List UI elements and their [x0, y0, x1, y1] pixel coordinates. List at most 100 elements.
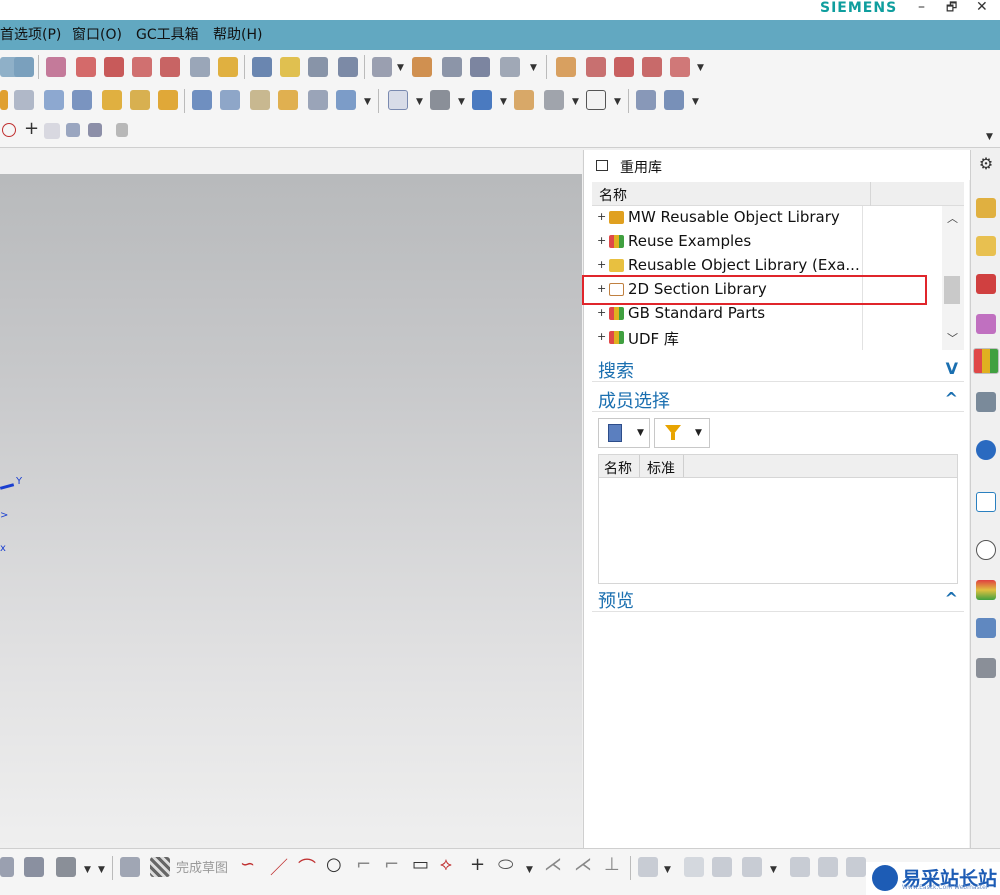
finish-sketch-icon[interactable]	[150, 857, 170, 877]
chamfer-icon[interactable]: ⌐	[384, 854, 399, 875]
block-icon[interactable]	[44, 90, 64, 110]
web-browser-icon[interactable]	[976, 492, 996, 512]
solid-icon[interactable]	[192, 90, 212, 110]
menu-help[interactable]: 帮助(H)	[213, 26, 262, 44]
profile-icon[interactable]: ∽	[240, 854, 255, 875]
search-section[interactable]: 搜索 V	[592, 356, 964, 382]
point-tool-icon[interactable]	[76, 57, 96, 77]
menu-window[interactable]: 窗口(O)	[72, 26, 122, 44]
filter-button[interactable]: ▼	[654, 418, 710, 448]
sketch-tool-icon[interactable]	[24, 857, 44, 877]
expand-icon[interactable]: +	[597, 234, 606, 247]
grid-icon[interactable]	[116, 123, 128, 137]
trim-icon[interactable]	[338, 57, 358, 77]
line-snap-icon[interactable]	[44, 123, 60, 139]
cylinder-icon[interactable]	[220, 90, 240, 110]
graphics-window[interactable]	[0, 150, 582, 848]
tree-item-udf-library[interactable]: + UDF 库	[592, 326, 942, 350]
relations-icon[interactable]	[818, 857, 838, 877]
relations-icon[interactable]	[790, 857, 810, 877]
curve-icon[interactable]	[586, 57, 606, 77]
dropdown-caret-icon[interactable]: ▼	[364, 97, 371, 107]
pin-icon[interactable]	[596, 160, 608, 171]
relations-icon[interactable]	[846, 857, 866, 877]
solid-icon[interactable]	[56, 857, 76, 877]
column-name[interactable]: 名称	[599, 185, 627, 205]
palette-icon[interactable]	[976, 580, 996, 600]
dropdown-caret-icon[interactable]: ▼	[664, 865, 671, 875]
dropdown-caret-icon[interactable]: ▼	[397, 63, 404, 73]
minimize-icon[interactable]: –	[918, 0, 925, 14]
dropdown-caret-icon[interactable]: ▼	[572, 97, 579, 107]
extract-icon[interactable]	[190, 57, 210, 77]
move-object-icon[interactable]	[664, 90, 684, 110]
arc-icon[interactable]: ⌒	[298, 854, 316, 880]
constraint-icon[interactable]	[684, 857, 704, 877]
dropdown-caret-icon[interactable]: ▼	[770, 865, 777, 875]
curve-tool-icon[interactable]	[14, 57, 34, 77]
dropdown-caret-icon[interactable]: ▼	[500, 97, 507, 107]
chevron-up-icon[interactable]: ^	[945, 589, 958, 608]
tree-item-mw-reusable[interactable]: + MW Reusable Object Library	[592, 206, 942, 230]
curve-icon[interactable]	[642, 57, 662, 77]
expand-icon[interactable]: +	[597, 210, 606, 223]
expand-icon[interactable]: +	[597, 330, 606, 343]
column-name[interactable]: 名称	[604, 458, 632, 478]
process-studio-icon[interactable]	[976, 618, 996, 638]
snap-solid-icon[interactable]	[88, 123, 102, 137]
ruler-icon[interactable]	[500, 57, 520, 77]
restore-icon[interactable]: 🗗	[946, 0, 957, 14]
dimension-icon[interactable]	[638, 857, 658, 877]
expand-icon[interactable]: +	[597, 306, 606, 319]
toolbar-overflow-icon[interactable]: ▼	[986, 132, 993, 142]
constraint-navigator-icon[interactable]	[976, 236, 996, 256]
gear-icon[interactable]: ⚙	[976, 154, 996, 174]
key-icon[interactable]	[218, 57, 238, 77]
feature-icon[interactable]	[0, 90, 8, 110]
chevron-up-icon[interactable]: ︿	[947, 210, 958, 226]
fillet-icon[interactable]: ⌐	[356, 854, 371, 875]
datum-csys-icon[interactable]	[132, 57, 152, 77]
extrude-icon[interactable]	[14, 90, 34, 110]
line-icon[interactable]: ／	[270, 854, 288, 880]
section-view-icon[interactable]	[544, 90, 564, 110]
dropdown-caret-icon[interactable]: ▼	[416, 97, 423, 107]
curve-icon[interactable]	[614, 57, 634, 77]
surface-icon[interactable]	[556, 57, 576, 77]
info-icon[interactable]	[976, 440, 996, 460]
point-tool-icon[interactable]	[46, 57, 66, 77]
member-select-section[interactable]: 成员选择 ^	[592, 386, 964, 412]
quick-trim-icon[interactable]: ⋌	[544, 854, 562, 875]
snap-face-icon[interactable]	[66, 123, 80, 137]
sketch-icon[interactable]	[120, 857, 140, 877]
pattern-icon[interactable]	[280, 57, 300, 77]
reuse-library-icon[interactable]	[973, 348, 999, 374]
analysis-icon[interactable]	[442, 57, 462, 77]
offset-icon[interactable]	[252, 57, 272, 77]
dropdown-caret-icon[interactable]: ▼	[526, 865, 533, 875]
fit-view-icon[interactable]	[388, 90, 408, 110]
rectangle-icon[interactable]: ▭	[412, 854, 429, 875]
surface-icon[interactable]	[250, 90, 270, 110]
preview-section[interactable]: 预览 ^	[592, 586, 964, 612]
tree-item-gb-standard-parts[interactable]: + GB Standard Parts	[592, 302, 942, 326]
cube-icon[interactable]	[336, 90, 356, 110]
assembly-navigator-icon[interactable]	[976, 198, 996, 218]
polygon-icon[interactable]: ⟡	[440, 854, 452, 875]
dropdown-caret-icon[interactable]: ▼	[98, 865, 105, 875]
chevron-up-icon[interactable]: ^	[945, 389, 958, 408]
make-corner-icon[interactable]: ⊥	[604, 854, 620, 875]
menu-gc-toolbox[interactable]: GC工具箱	[136, 26, 199, 44]
tree-scrollbar[interactable]: ︿ ﹀	[942, 206, 964, 350]
part-navigator-icon[interactable]	[976, 274, 996, 294]
dropdown-caret-icon[interactable]: ▼	[692, 97, 699, 107]
datum-plane-icon[interactable]	[160, 57, 180, 77]
tree-item-reuse-examples[interactable]: + Reuse Examples	[592, 230, 942, 254]
transform-icon[interactable]	[636, 90, 656, 110]
scroll-thumb[interactable]	[944, 276, 960, 304]
dropdown-caret-icon[interactable]: ▼	[695, 428, 702, 438]
view-mode-button[interactable]: ▼	[598, 418, 650, 448]
measure-icon[interactable]	[372, 57, 392, 77]
constraint-icon[interactable]	[712, 857, 732, 877]
circle-snap-icon[interactable]	[2, 123, 16, 137]
